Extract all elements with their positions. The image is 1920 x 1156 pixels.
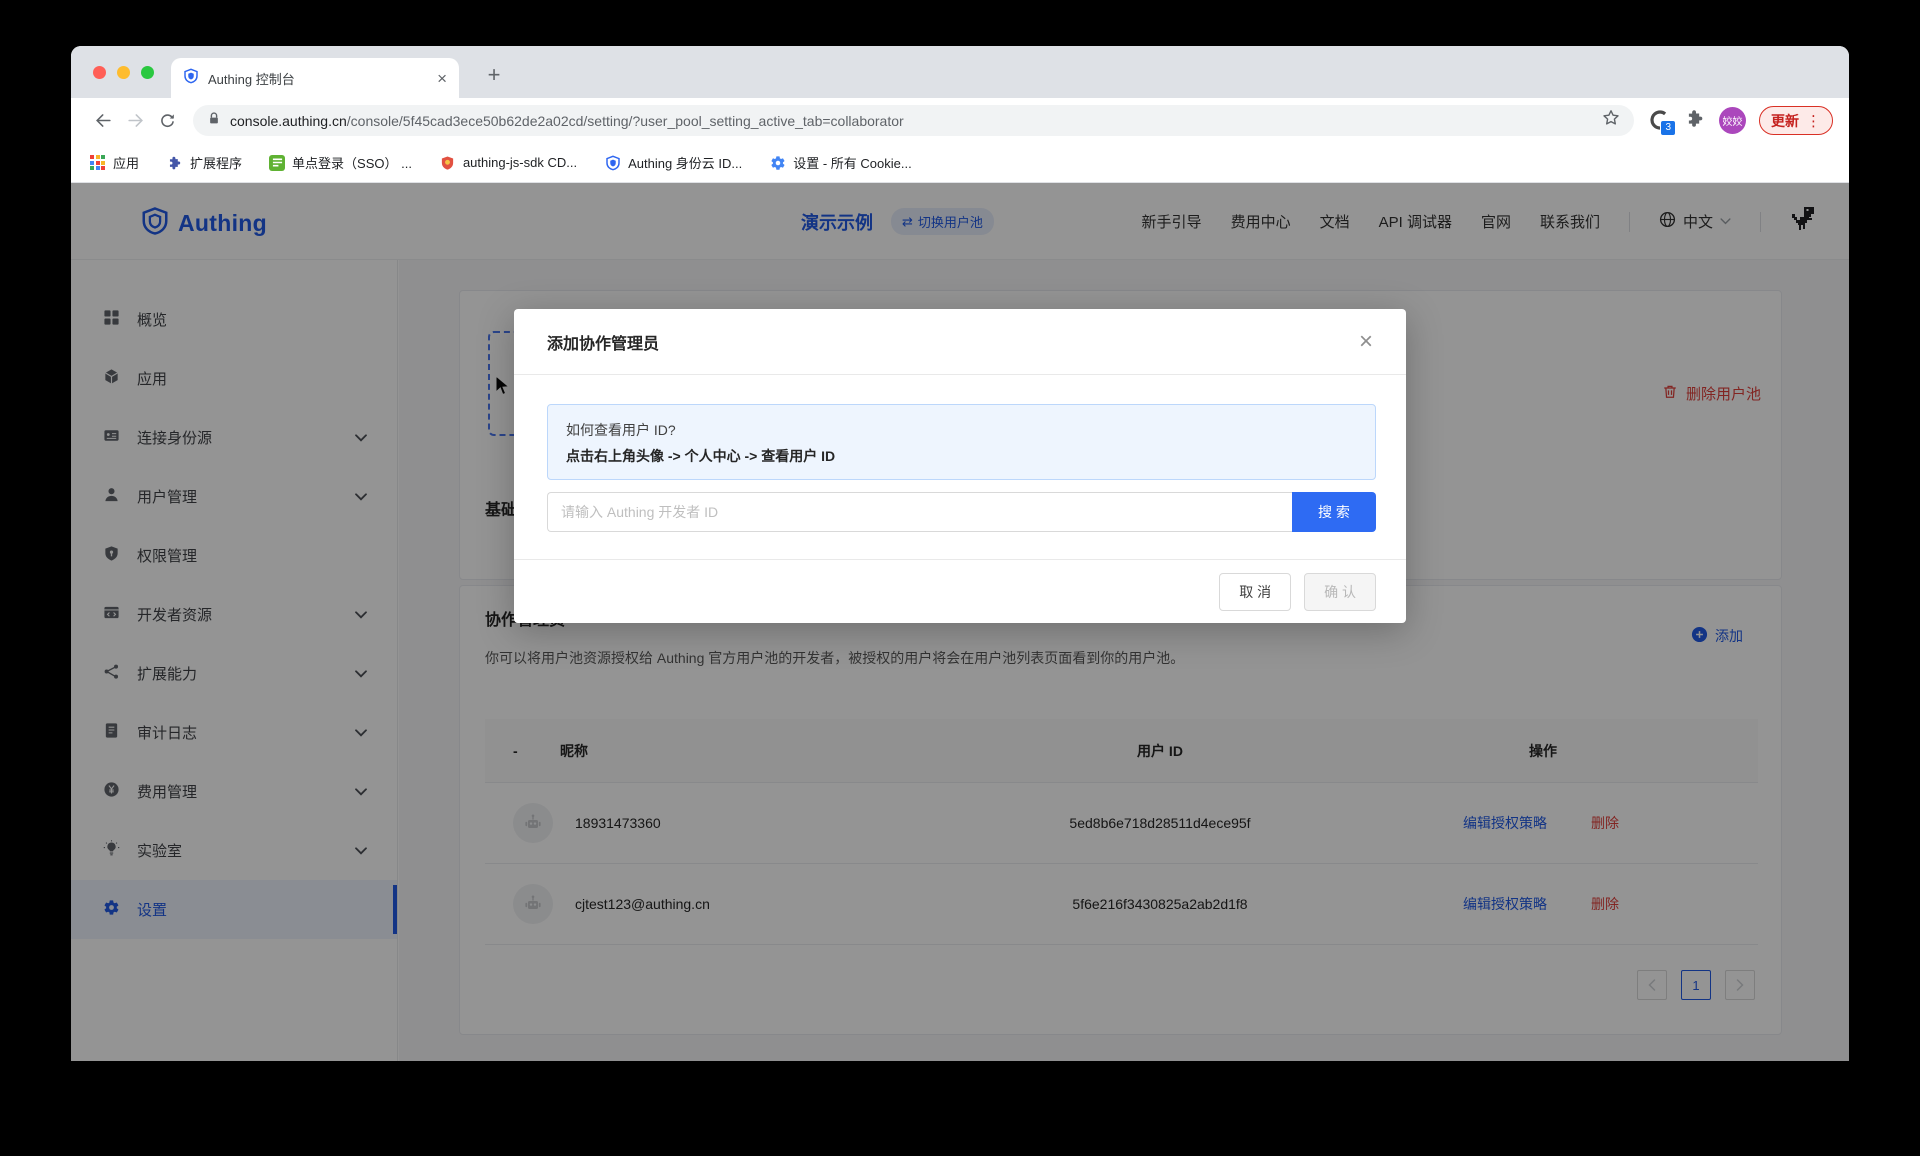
back-icon[interactable] [87,105,119,137]
browser-tab-bar: Authing 控制台 × + [71,46,1849,98]
url-text: console.authing.cn/console/5f45cad3ece50… [230,113,1602,129]
user-id-help-box: 如何查看用户 ID? 点击右上角头像 -> 个人中心 -> 查看用户 ID [547,404,1376,480]
url-path: /console/5f45cad3ece50b62de2a02cd/settin… [347,113,904,129]
help-question: 如何查看用户 ID? [566,417,1357,443]
close-window-button[interactable] [93,66,106,79]
extensions-puzzle-icon[interactable] [1685,108,1706,134]
apps-grid-icon [89,154,106,171]
bookmark-extensions[interactable]: 扩展程序 [166,153,242,172]
modal-header: 添加协作管理员 × [514,309,1406,375]
confirm-button[interactable]: 确 认 [1304,573,1376,611]
close-icon[interactable]: × [1359,330,1373,354]
browser-menu-icon: ⋮ [1806,112,1821,130]
bookmark-star-icon[interactable] [1602,109,1620,132]
tab-title: Authing 控制台 [208,69,437,88]
bookmark-label: 应用 [113,153,139,172]
bookmark-label: authing-js-sdk CD... [463,155,577,170]
bookmark-label: Authing 身份云 ID... [628,153,742,172]
bookmark-cookie-settings[interactable]: 设置 - 所有 Cookie... [769,153,911,172]
traffic-lights [93,66,154,79]
browser-profile-avatar[interactable]: 姣姣 [1719,107,1746,134]
forward-icon[interactable] [119,105,151,137]
bookmark-sso[interactable]: 单点登录（SSO） ... [269,153,412,172]
browser-tab[interactable]: Authing 控制台 × [171,58,459,98]
zoom-window-button[interactable] [141,66,154,79]
minimize-window-button[interactable] [117,66,130,79]
red-shield-icon [439,154,456,171]
toolbar-right: 3 姣姣 更新 ⋮ [1648,106,1833,135]
blocker-extension-icon[interactable]: 3 [1648,109,1672,133]
gear-icon [769,154,786,171]
chrome-update-button[interactable]: 更新 ⋮ [1759,106,1833,135]
lock-icon [207,111,221,131]
authing-shield-icon [604,154,621,171]
bookmark-apps[interactable]: 应用 [89,153,139,172]
browser-window: Authing 控制台 × + console.authing.cn/conso… [71,46,1849,1061]
bookmark-authing-id[interactable]: Authing 身份云 ID... [604,153,742,172]
bookmark-label: 扩展程序 [190,153,242,172]
bookmarks-bar: 应用 扩展程序 单点登录（SSO） ... authing-js-sdk CD.… [71,143,1849,183]
sso-green-icon [269,155,285,171]
developer-id-input[interactable] [547,492,1292,532]
puzzle-icon [166,154,183,171]
bookmark-label: 设置 - 所有 Cookie... [793,153,911,172]
add-collaborator-modal: 添加协作管理员 × 如何查看用户 ID? 点击右上角头像 -> 个人中心 -> … [514,309,1406,623]
url-bar[interactable]: console.authing.cn/console/5f45cad3ece50… [193,105,1634,136]
search-button[interactable]: 搜 索 [1292,492,1376,532]
help-answer: 点击右上角头像 -> 个人中心 -> 查看用户 ID [566,443,1357,469]
bookmark-authing-sdk[interactable]: authing-js-sdk CD... [439,154,577,171]
authing-shield-icon [183,68,199,89]
modal-title: 添加协作管理员 [547,330,1359,354]
reload-icon[interactable] [151,105,183,137]
new-tab-button[interactable]: + [479,60,509,90]
update-label: 更新 [1771,111,1799,131]
browser-toolbar: console.authing.cn/console/5f45cad3ece50… [71,98,1849,143]
modal-footer: 取 消 确 认 [514,559,1406,623]
cancel-button[interactable]: 取 消 [1219,573,1291,611]
url-domain: console.authing.cn [230,113,347,129]
tab-close-icon[interactable]: × [437,70,447,87]
developer-id-search-row: 搜 索 [547,492,1376,532]
extension-badge: 3 [1660,120,1676,136]
page-viewport: Authing 演示示例 ⇄ 切换用户池 新手引导 费用中心 文档 API 调试… [71,183,1849,1061]
bookmark-label: 单点登录（SSO） ... [292,153,412,172]
